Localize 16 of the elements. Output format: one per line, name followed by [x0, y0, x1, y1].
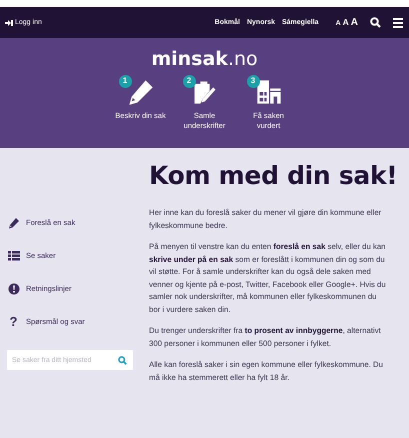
- step-number-badge: 3: [246, 75, 260, 88]
- menu-icon[interactable]: [393, 18, 403, 28]
- pencil-icon: [8, 216, 20, 228]
- site-logo[interactable]: minsak.no: [151, 48, 258, 70]
- font-size-button[interactable]: A: [342, 17, 349, 27]
- buildings-icon: [254, 78, 282, 106]
- page-title: Kom med din sak!: [149, 161, 398, 190]
- step-number-badge: 2: [182, 75, 196, 88]
- search-icon[interactable]: [370, 17, 381, 28]
- question-mark-icon: ?: [10, 315, 18, 328]
- alert-icon: [8, 282, 20, 294]
- step-number-badge: 1: [118, 75, 132, 88]
- login-icon: [5, 20, 13, 26]
- font-size-button[interactable]: A: [350, 17, 358, 28]
- list-icon: [8, 250, 20, 262]
- pencil-icon: [126, 78, 154, 106]
